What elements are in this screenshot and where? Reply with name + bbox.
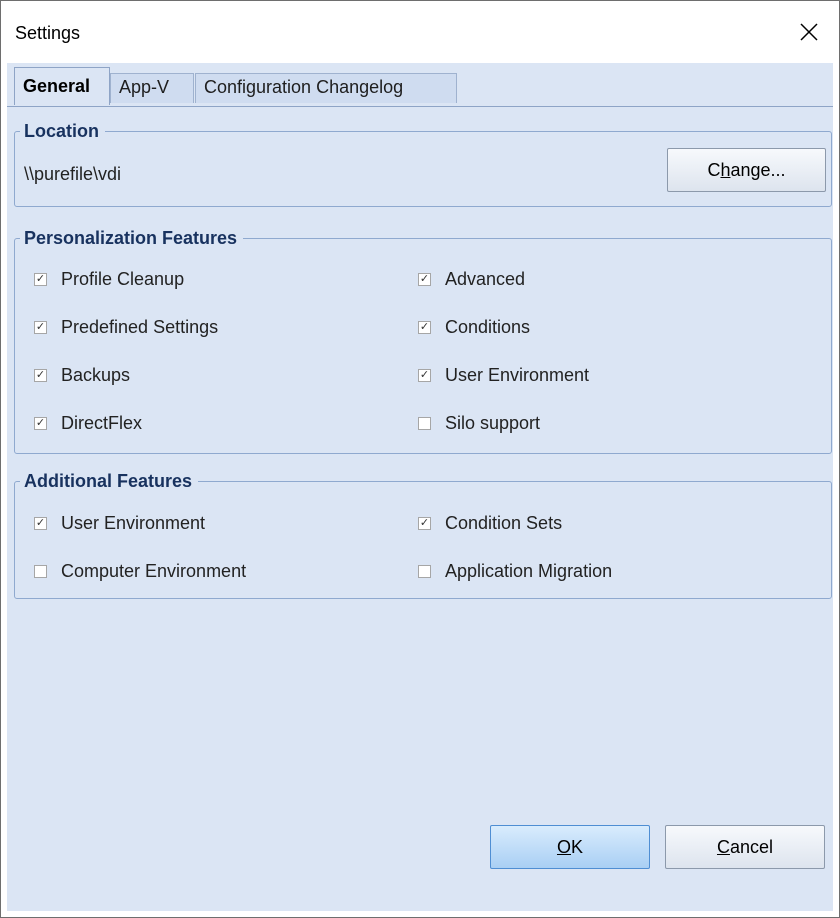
backups-checkbox[interactable]: ✓ Backups [34,365,130,386]
change-button[interactable]: Change... [667,148,826,192]
additional-features-group: Additional Features ✓ User Environment ✓… [14,470,832,599]
additional-legend: Additional Features [20,470,199,492]
checkbox-box: ✓ [418,321,431,334]
location-path: \\purefile\vdi [24,164,122,184]
checkbox-box: ✓ [34,369,47,382]
tab-strip: General App-V Configuration Changelog [7,67,833,107]
directflex-checkbox[interactable]: ✓ DirectFlex [34,413,142,434]
checkbox-box: ✓ [418,517,431,530]
checkbox-box: ✓ [34,417,47,430]
cancel-button-label: Cancel [716,836,774,857]
user-environment-checkbox[interactable]: ✓ User Environment [418,365,589,386]
predefined-settings-checkbox[interactable]: ✓ Predefined Settings [34,317,218,338]
checkbox-box: ✓ [34,517,47,530]
dialog-title: Settings [15,23,81,43]
ok-button-label: OK [556,836,584,857]
cancel-button[interactable]: Cancel [665,825,825,869]
tab-configuration-changelog[interactable]: Configuration Changelog [195,73,457,103]
dialog-client-area: General App-V Configuration Changelog Lo… [7,63,833,911]
tab-baseline [7,106,833,107]
checkbox-box [418,417,431,430]
location-group: Location \\purefile\vdi Change... [14,120,832,207]
personalization-features-group: Personalization Features ✓ Profile Clean… [14,227,832,454]
checkbox-label: User Environment [61,513,206,533]
tab-app-v[interactable]: App-V [110,73,194,103]
checkbox-box: ✓ [34,273,47,286]
title-bar: Settings [1,1,839,63]
location-legend: Location [20,120,105,142]
profile-cleanup-checkbox[interactable]: ✓ Profile Cleanup [34,269,184,290]
checkbox-label: Advanced [445,269,526,289]
checkbox-label: Application Migration [445,561,613,581]
checkbox-box: ✓ [418,369,431,382]
application-migration-checkbox[interactable]: Application Migration [418,561,612,582]
tab-label: Configuration Changelog [204,77,404,97]
condition-sets-checkbox[interactable]: ✓ Condition Sets [418,513,562,534]
checkbox-label: Condition Sets [445,513,563,533]
settings-dialog: Settings General App-V Configuration Cha… [0,0,840,918]
conditions-checkbox[interactable]: ✓ Conditions [418,317,530,338]
checkbox-label: Silo support [445,413,541,433]
computer-environment-checkbox[interactable]: Computer Environment [34,561,246,582]
personalization-legend: Personalization Features [20,227,244,249]
close-button[interactable] [779,1,839,63]
tab-general[interactable]: General [14,67,110,105]
silo-support-checkbox[interactable]: Silo support [418,413,540,434]
tab-label: General [23,76,91,96]
tab-label: App-V [119,77,170,97]
advanced-checkbox[interactable]: ✓ Advanced [418,269,525,290]
ok-button[interactable]: OK [490,825,650,869]
checkbox-label: DirectFlex [61,413,143,433]
checkbox-label: Profile Cleanup [61,269,185,289]
checkbox-label: Conditions [445,317,531,337]
checkbox-label: Predefined Settings [61,317,219,337]
checkbox-box [34,565,47,578]
close-icon [800,23,818,41]
checkbox-label: Computer Environment [61,561,247,581]
checkbox-label: Backups [61,365,131,385]
checkbox-box: ✓ [34,321,47,334]
checkbox-box [418,565,431,578]
checkbox-label: User Environment [445,365,590,385]
checkbox-box: ✓ [418,273,431,286]
additional-user-environment-checkbox[interactable]: ✓ User Environment [34,513,205,534]
change-button-label: Change... [707,159,786,180]
